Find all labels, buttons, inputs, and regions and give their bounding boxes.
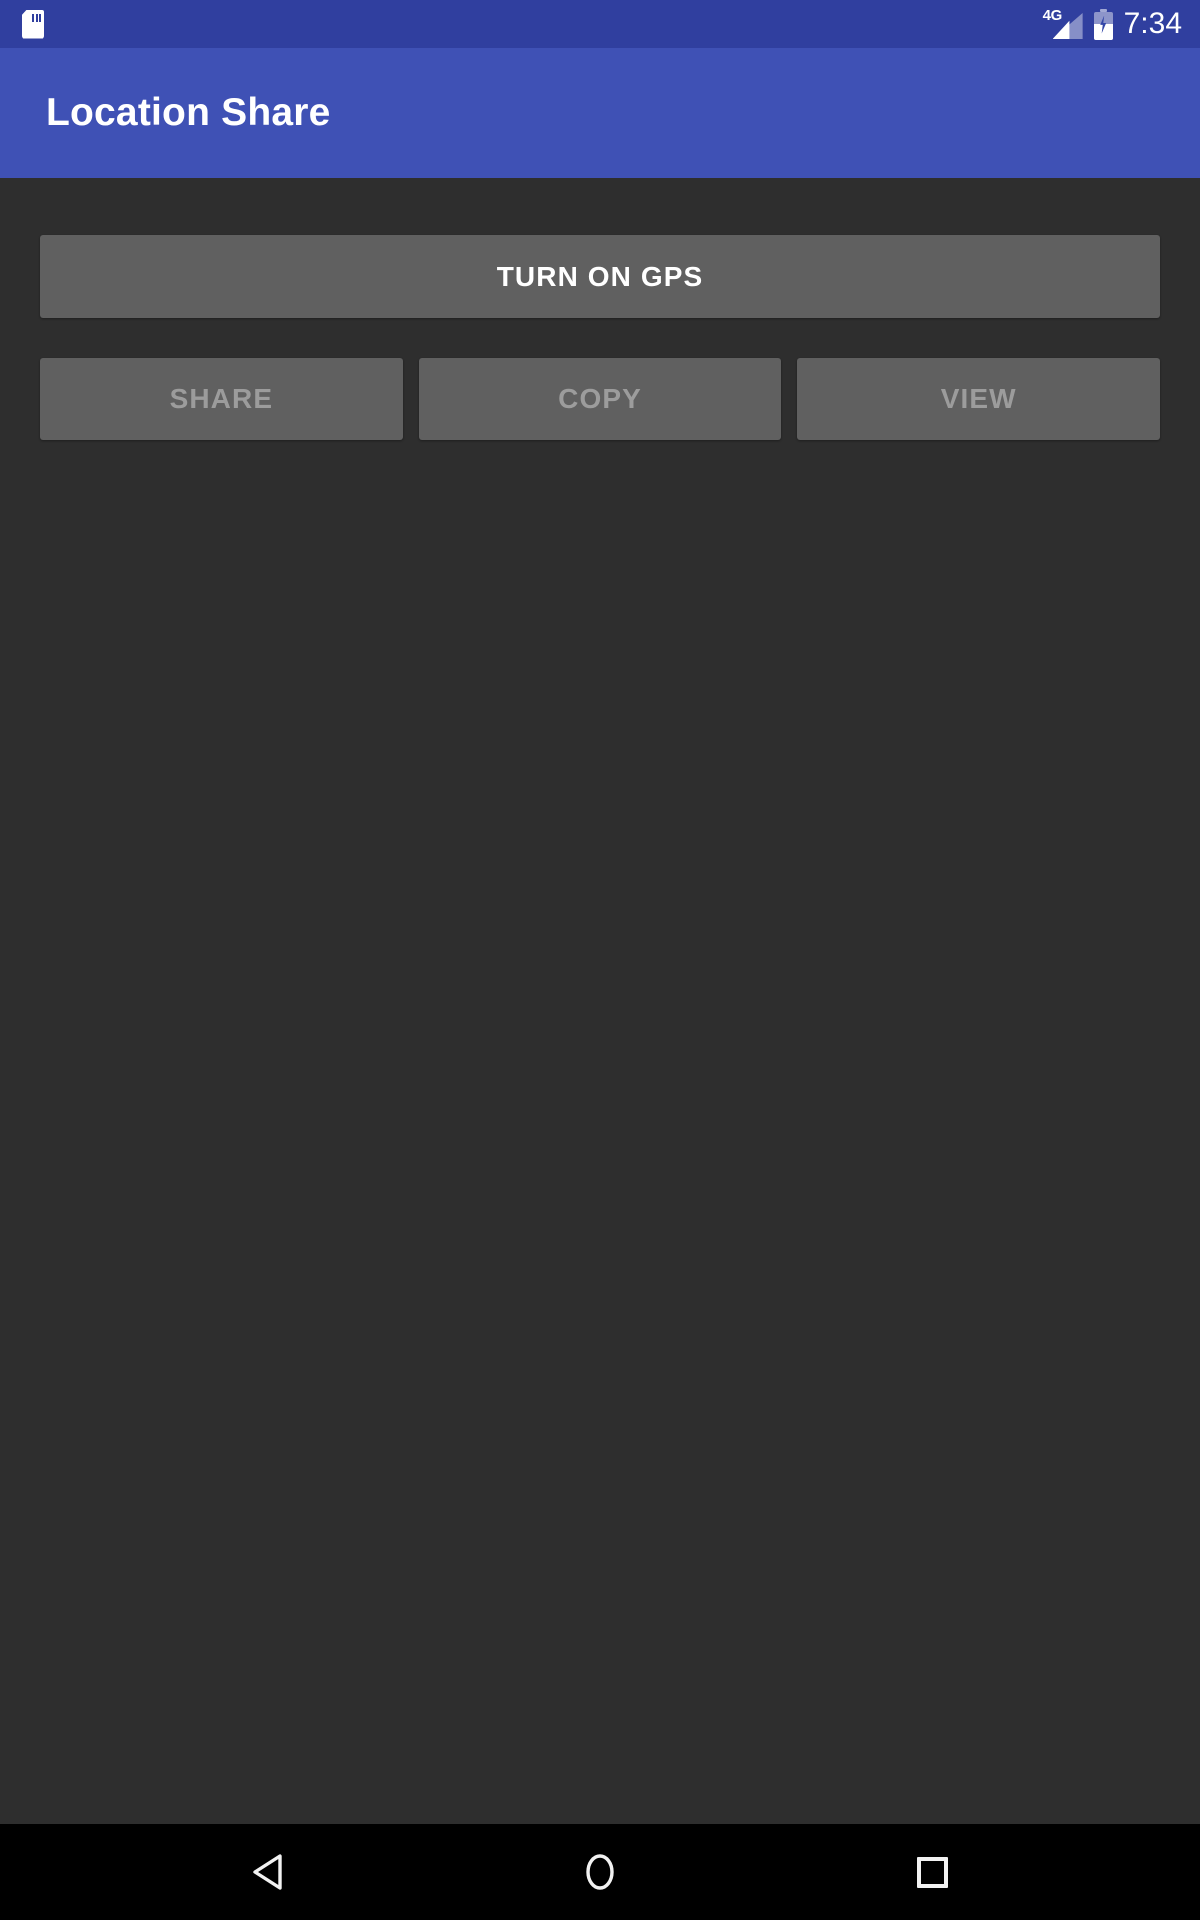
copy-button[interactable]: COPY <box>418 358 782 440</box>
battery-charging-icon <box>1093 8 1113 40</box>
signal-cellular-icon: 4G <box>1043 8 1083 39</box>
home-circle-icon <box>586 1854 614 1890</box>
nav-recents-button[interactable] <box>832 1824 1032 1920</box>
nav-back-button[interactable] <box>168 1824 368 1920</box>
android-navigation-bar <box>0 1824 1200 1920</box>
recents-square-icon <box>916 1856 948 1888</box>
back-triangle-icon <box>253 1854 282 1890</box>
page-title: Location Share <box>46 91 331 134</box>
status-bar-clock: 7:34 <box>1123 7 1182 40</box>
sd-card-icon <box>22 9 44 39</box>
status-bar: 4G 7:34 <box>0 0 1200 48</box>
action-button-row: SHARE COPY VIEW <box>40 358 1161 440</box>
main-content: TURN ON GPS SHARE COPY VIEW <box>0 178 1200 1824</box>
nav-home-button[interactable] <box>500 1824 700 1920</box>
share-button[interactable]: SHARE <box>40 358 403 440</box>
app-bar: Location Share <box>0 48 1200 178</box>
turn-on-gps-button[interactable]: TURN ON GPS <box>40 235 1160 318</box>
status-bar-right-icons: 4G 7:34 <box>1043 7 1182 40</box>
phone-screen: 4G 7:34 Location Share TURN ON GPS SHARE… <box>0 0 1200 1920</box>
view-button[interactable]: VIEW <box>797 358 1161 440</box>
status-bar-left-icons <box>22 9 44 39</box>
